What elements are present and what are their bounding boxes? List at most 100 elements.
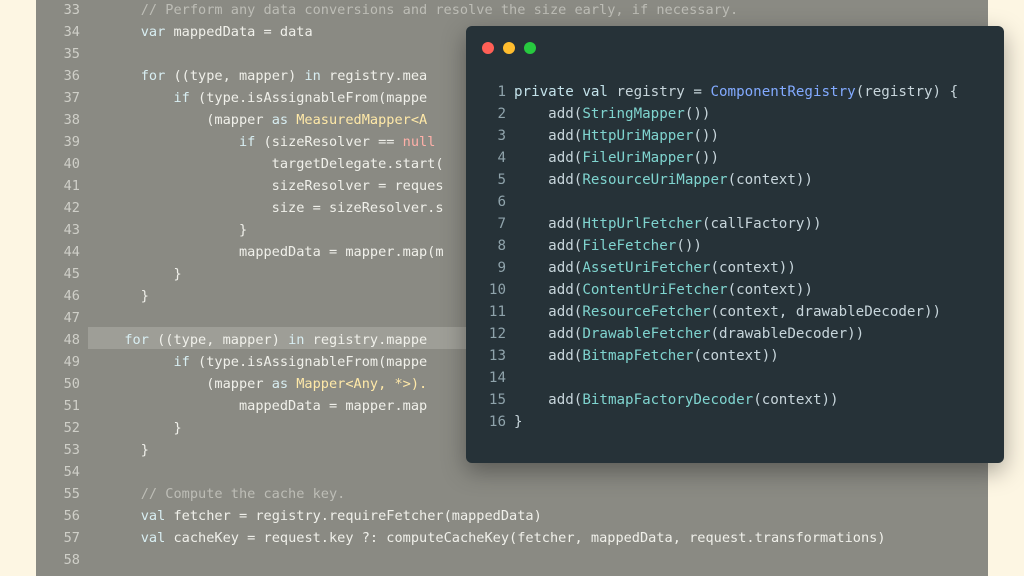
code-token: (context))	[710, 260, 796, 276]
code-token: mappedData = mapper.map(m	[108, 244, 444, 260]
code-token: ContentUriFetcher	[582, 282, 728, 298]
bg-line-code: size = sizeResolver.s	[108, 197, 444, 219]
code-token: (callFactory))	[701, 216, 822, 232]
snippet-line: 14	[466, 367, 1004, 389]
bg-line-number: 44	[63, 244, 80, 260]
maximize-window-icon[interactable]	[524, 42, 536, 54]
bg-line: 33 // Perform any data conversions and r…	[36, 0, 988, 21]
bg-line-number: 54	[63, 464, 80, 480]
bg-line-code: }	[108, 439, 149, 461]
code-token: (context))	[727, 282, 813, 298]
bg-line-number: 51	[63, 398, 80, 414]
code-token: BitmapFactoryDecoder	[582, 392, 754, 408]
code-token: (type.isAssignableFrom(mappe	[189, 354, 428, 370]
bg-line: 58	[36, 549, 988, 571]
snippet-line: 3 add(HttpUriMapper())	[466, 125, 1004, 147]
bg-line-code: }	[108, 285, 149, 307]
bg-line-code: sizeResolver = reques	[108, 175, 444, 197]
snippet-line-code: add(StringMapper())	[514, 103, 710, 125]
code-token: sizeResolver = reques	[108, 178, 444, 194]
code-token: (context))	[727, 172, 813, 188]
code-token: (mapper	[108, 112, 272, 128]
bg-line-code: for ((type, mapper) in registry.mappe	[108, 329, 427, 351]
code-token: add(	[514, 392, 583, 408]
snippet-line: 6	[466, 191, 1004, 213]
code-token: ResourceFetcher	[582, 304, 711, 320]
snippet-line-number: 7	[497, 216, 506, 232]
bg-line-code: if (type.isAssignableFrom(mappe	[108, 351, 427, 373]
snippet-line-code: add(BitmapFactoryDecoder(context))	[514, 389, 839, 411]
code-token: cacheKey = request.key ?: computeCacheKe…	[165, 530, 886, 546]
code-token: in	[288, 332, 305, 348]
bg-line-number: 40	[63, 156, 80, 172]
snippet-line-number: 5	[497, 172, 506, 188]
code-token: // Perform any data conversions and reso…	[108, 2, 739, 18]
bg-line-number: 56	[63, 508, 80, 524]
code-token: if	[238, 134, 256, 150]
snippet-line-code: add(HttpUrlFetcher(callFactory))	[514, 213, 822, 235]
code-token: targetDelegate.start(	[108, 156, 444, 172]
bg-line-number: 38	[63, 112, 80, 128]
bg-line-code: mappedData = mapper.map	[108, 395, 427, 417]
bg-line-code: // Compute the cache key.	[108, 483, 346, 505]
bg-line: 56 val fetcher = registry.requireFetcher…	[36, 505, 988, 527]
bg-line-number: 39	[63, 134, 80, 150]
code-token: (context))	[753, 392, 839, 408]
code-token: AssetUriFetcher	[582, 260, 711, 276]
close-window-icon[interactable]	[482, 42, 494, 54]
snippet-line: 9 add(AssetUriFetcher(context))	[466, 257, 1004, 279]
bg-line-code: val fetcher = registry.requireFetcher(ma…	[108, 505, 542, 527]
bg-line-number: 47	[63, 310, 80, 326]
snippet-line-number: 4	[497, 150, 506, 166]
snippet-line: 15 add(BitmapFactoryDecoder(context))	[466, 389, 1004, 411]
code-token: add(	[514, 128, 583, 144]
bg-line-number: 58	[63, 552, 80, 568]
code-token: ((type, mapper)	[165, 68, 305, 84]
snippet-line-code: add(ResourceUriMapper(context))	[514, 169, 813, 191]
bg-line: 55 // Compute the cache key.	[36, 483, 988, 505]
bg-line-code: (mapper as MeasuredMapper<A	[108, 109, 427, 131]
code-token: ResourceUriMapper	[582, 172, 728, 188]
snippet-line-code: add(ResourceFetcher(context, drawableDec…	[514, 301, 941, 323]
code-token: add(	[514, 106, 583, 122]
code-token: StringMapper	[582, 106, 685, 122]
code-token: add(	[514, 150, 583, 166]
code-token: val	[140, 530, 166, 546]
snippet-line-code: }	[514, 411, 523, 433]
snippet-line-number: 8	[497, 238, 506, 254]
bg-line-number: 42	[63, 200, 80, 216]
code-token: add(	[514, 216, 583, 232]
code-token: null	[402, 134, 436, 150]
bg-line-code: targetDelegate.start(	[108, 153, 444, 175]
bg-line-code: (mapper as Mapper<Any, *>).	[108, 373, 427, 395]
bg-line-number: 37	[63, 90, 80, 106]
bg-line-number: 48	[63, 332, 80, 348]
code-token: var	[140, 24, 166, 40]
code-token: HttpUrlFetcher	[582, 216, 702, 232]
bg-line-code: }	[108, 417, 182, 439]
bg-line-code: }	[108, 219, 247, 241]
code-token: registry.mea	[320, 68, 428, 84]
minimize-window-icon[interactable]	[503, 42, 515, 54]
snippet-line-code: add(BitmapFetcher(context))	[514, 345, 779, 367]
code-token: ())	[676, 238, 702, 254]
bg-line-code: var mappedData = data	[108, 21, 313, 43]
code-token: add(	[514, 326, 583, 342]
bg-line-number: 41	[63, 178, 80, 194]
code-token: HttpUriMapper	[582, 128, 694, 144]
code-token: }	[108, 420, 182, 436]
snippet-line: 16}	[466, 411, 1004, 433]
bg-line-number: 43	[63, 222, 80, 238]
code-token: fetcher = registry.requireFetcher(mapped…	[165, 508, 542, 524]
snippet-line: 1 private val registry = ComponentRegistr…	[466, 81, 1004, 103]
snippet-line: 10 add(ContentUriFetcher(context))	[466, 279, 1004, 301]
bg-line-number: 46	[63, 288, 80, 304]
snippet-line-number: 3	[497, 128, 506, 144]
bg-line-code: if (type.isAssignableFrom(mappe	[108, 87, 427, 109]
snippet-line: 13 add(BitmapFetcher(context))	[466, 345, 1004, 367]
code-token: }	[108, 288, 149, 304]
